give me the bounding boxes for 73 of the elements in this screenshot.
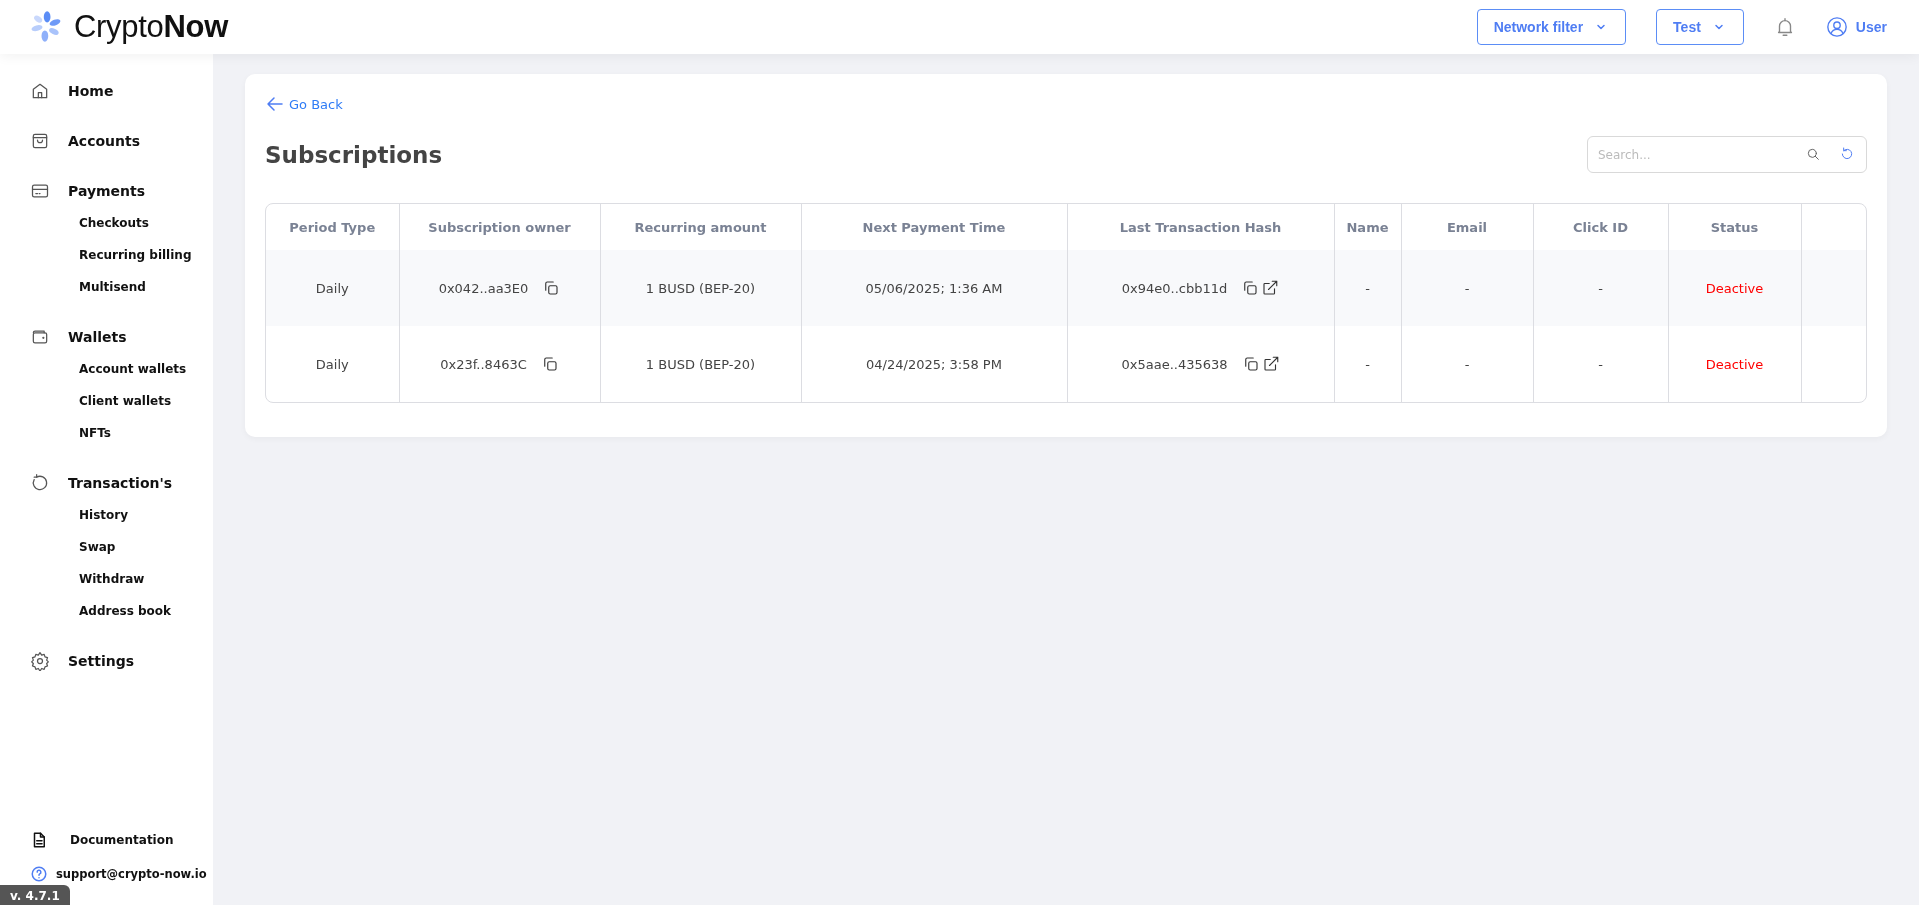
nav-subitem[interactable]: Account wallets [0,354,213,386]
address-text: 0x23f..8463C [440,356,527,372]
network-filter-dropdown[interactable]: Network filter [1476,9,1627,45]
version-badge: v. 4.7.1 [0,885,70,905]
column-header: Recurring amount [634,219,767,235]
nav-label[interactable]: Transaction's [68,475,173,491]
nav-subitem[interactable]: Client wallets [0,386,213,418]
table-cell: - [1365,356,1370,372]
table-cell: Daily [315,356,349,372]
history-icon [30,473,50,493]
help-icon [30,865,48,883]
external-link-icon[interactable] [1261,279,1280,297]
nav-subitem[interactable]: NFTs [0,418,213,450]
nav-label[interactable]: Accounts [68,133,140,149]
footer-link[interactable]: support@crypto-now.io [56,867,207,881]
column-header: Last Transaction Hash [1119,219,1282,235]
logo-text: CryptoNow [74,9,229,45]
nav-subitem[interactable]: Address book [0,596,213,628]
nav-item[interactable]: Accounts [0,124,213,158]
table-cell: Daily [315,280,349,296]
column-header: Period Type [289,219,376,235]
user-menu[interactable]: User [1825,16,1887,38]
nav-subitem[interactable]: Multisend [0,272,213,304]
nav-subitem[interactable]: Recurring billing [0,240,213,272]
nav-item[interactable]: Home [0,74,213,108]
nav-subitem[interactable]: Checkouts [0,208,213,240]
table-cell: 05/06/2025; 1:36 AM [865,280,1003,296]
nav-item[interactable]: Settings [0,644,213,678]
nav-label[interactable]: Payments [68,183,146,199]
nav-item[interactable]: Wallets [0,320,213,354]
external-link-icon[interactable] [1261,355,1280,373]
nav-subitem[interactable]: Swap [0,532,213,564]
bag-icon [30,131,50,151]
column-header: Email [1446,219,1488,235]
table-cell: 04/24/2025; 3:58 PM [866,356,1002,372]
refresh-icon[interactable] [1839,146,1855,162]
column-header: Click ID [1573,219,1628,235]
user-avatar-icon [1825,16,1848,38]
page-title: Subscriptions [265,141,443,168]
search-field[interactable]: Search... [1587,136,1867,173]
status-text: Deactive [1705,280,1764,296]
search-icon[interactable] [1805,146,1821,162]
table-cell: - [1464,280,1470,296]
footer-link[interactable]: Documentation [70,833,174,847]
home-icon [30,81,50,101]
table-cell: - [1365,280,1370,296]
address-text: 0x042..aa3E0 [438,280,529,296]
nav-subitem[interactable]: History [0,500,213,532]
nav-label[interactable]: Home [68,83,114,99]
user-name[interactable]: User [1855,19,1887,35]
project-dropdown[interactable]: Test [1656,9,1744,45]
hash-text: 0x94e0..cbb11d [1121,280,1228,296]
go-back-link[interactable]: Go Back [265,94,343,114]
column-header: Subscription owner [428,219,571,235]
table-cell: - [1598,356,1603,372]
table-cell: 1 BUSD (BEP-20) [645,356,756,372]
nav-item[interactable]: Transaction's [0,466,213,500]
nav-label[interactable]: Wallets [68,329,127,345]
status-text: Deactive [1705,356,1764,372]
nav-item[interactable]: Payments [0,174,213,208]
table-cell: - [1598,280,1603,296]
copy-icon[interactable] [1241,279,1260,297]
copy-icon[interactable] [542,279,561,297]
back-arrow-icon [265,94,285,114]
nav-subitem[interactable]: Withdraw [0,564,213,596]
column-header: Name [1346,219,1389,235]
settings-icon [30,651,50,671]
hash-text: 0x5aae..435638 [1121,356,1228,372]
table-cell: - [1464,356,1470,372]
table-cell: 1 BUSD (BEP-20) [645,280,756,296]
column-header: Next Payment Time [862,219,1006,235]
nav-label[interactable]: Settings [68,653,135,669]
column-header: Status [1710,219,1759,235]
